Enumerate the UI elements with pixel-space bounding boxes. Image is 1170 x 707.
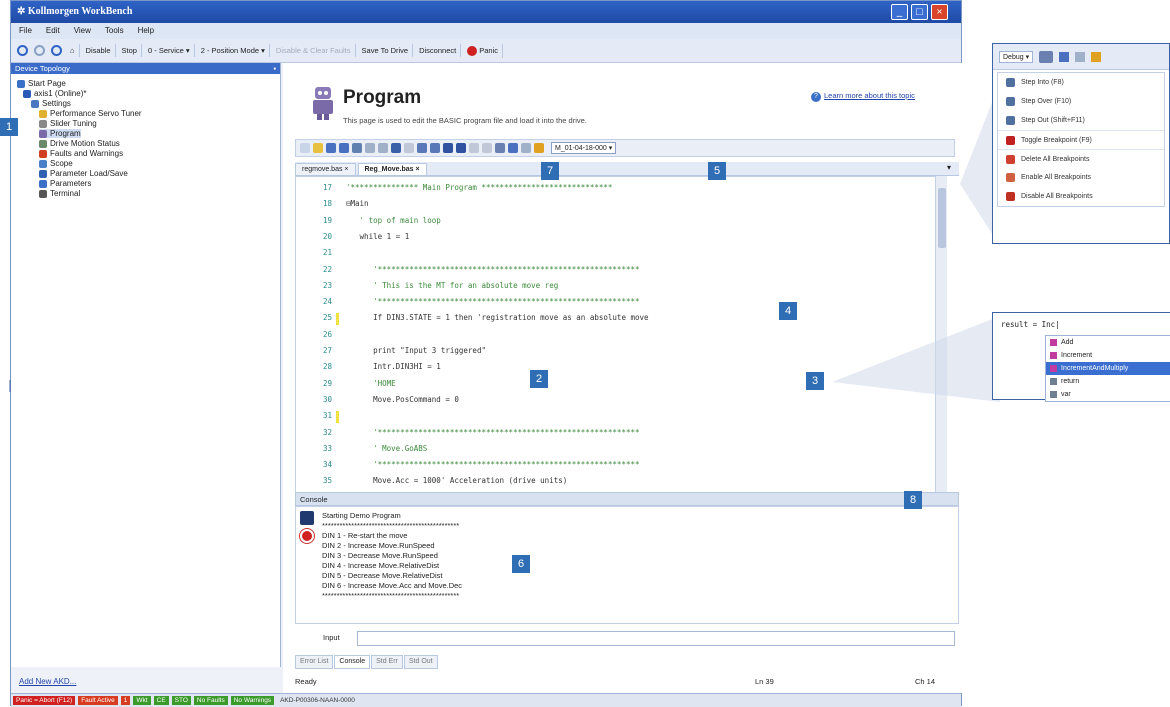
autocomplete-item[interactable]: Increment — [1046, 349, 1170, 362]
method-icon — [1050, 352, 1057, 359]
autocomplete-popup: result = Inc| Add Increment IncrementAndMu… — [992, 312, 1170, 402]
debug-item-label: Toggle Breakpoint (F9) — [1021, 136, 1092, 144]
method-icon — [1050, 339, 1057, 346]
autocomplete-label: Add — [1061, 339, 1074, 346]
autocomplete-item[interactable]: var — [1046, 388, 1170, 401]
method-icon — [1050, 378, 1057, 385]
debug-item-icon — [1006, 173, 1015, 182]
debug-item-label: Disable All Breakpoints — [1021, 193, 1093, 200]
debug-item-icon — [1006, 78, 1015, 87]
autocomplete-label: IncrementAndMultiply — [1061, 365, 1129, 372]
autocomplete-label: Increment — [1061, 352, 1093, 359]
debug-menu-item[interactable]: Step Out (Shift+F11) — [998, 111, 1164, 130]
autocomplete-item[interactable]: return — [1046, 375, 1170, 388]
debug-menu-popup: Debug ▾ Step Into (F8) Step Over (F10) Ste… — [992, 43, 1170, 244]
outdent-icon-popup[interactable] — [1075, 51, 1086, 62]
debug-item-label: Delete All Breakpoints — [1021, 155, 1090, 163]
find-dropdown-icon[interactable] — [1039, 50, 1054, 63]
debug-item-icon — [1006, 97, 1015, 106]
debug-wrench-icon[interactable] — [1091, 51, 1102, 62]
debug-menu-item[interactable]: Disable All Breakpoints — [998, 187, 1164, 206]
debug-item-label: Enable All Breakpoints — [1021, 174, 1092, 181]
indent-icon-popup[interactable] — [1059, 51, 1070, 62]
debug-menu-button[interactable]: Debug ▾ — [999, 50, 1034, 63]
debug-menu-item[interactable]: Toggle Breakpoint (F9) — [998, 130, 1164, 149]
debug-menu-item[interactable]: Step Into (F8) — [998, 73, 1164, 92]
autocomplete-item[interactable]: IncrementAndMultiply — [1046, 362, 1170, 375]
debug-menu-item[interactable]: Step Over (F10) — [998, 92, 1164, 111]
autocomplete-label: var — [1061, 391, 1071, 398]
debug-item-icon — [1006, 116, 1015, 125]
autocomplete-item[interactable]: Add — [1046, 336, 1170, 349]
debug-item-label: Step Out (Shift+F11) — [1021, 117, 1085, 124]
method-icon — [1050, 365, 1057, 372]
debug-menu-item[interactable]: Delete All Breakpoints — [998, 149, 1164, 168]
debug-item-icon — [1006, 135, 1015, 145]
debug-menu-item[interactable]: Enable All Breakpoints — [998, 168, 1164, 187]
debug-item-label: Step Into (F8) — [1021, 79, 1064, 86]
debug-item-icon — [1006, 154, 1015, 164]
method-icon — [1050, 391, 1057, 398]
debug-item-icon — [1006, 192, 1015, 201]
autocomplete-label: return — [1061, 378, 1080, 385]
debug-item-label: Step Over (F10) — [1021, 98, 1072, 105]
autocomplete-typed-text: result = Inc| — [1001, 320, 1060, 329]
